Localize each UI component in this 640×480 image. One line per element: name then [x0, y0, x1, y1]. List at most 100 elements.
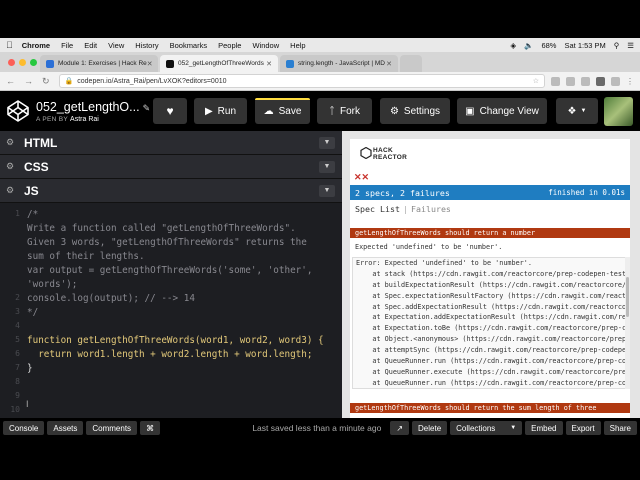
- editor-panel: ⚙ HTML ▼ ⚙ CSS ▼ ⚙ JS ▼ 1 2 3 4 5 6 7 8 …: [0, 131, 342, 428]
- scrollbar-thumb[interactable]: [626, 277, 629, 317]
- settings-label: Settings: [403, 105, 441, 117]
- menu-app-name[interactable]: Chrome: [22, 41, 50, 50]
- failure-title[interactable]: getLengthOfThreeWords should return the …: [350, 403, 630, 413]
- command-icon: ⌘: [146, 423, 155, 433]
- js-code-editor[interactable]: 1 2 3 4 5 6 7 8 9 10 11 /* Write a funct…: [0, 203, 342, 428]
- trace-scrollbar[interactable]: [625, 257, 630, 389]
- tab-mdn[interactable]: string.length - JavaScript | MD ✕: [280, 55, 398, 72]
- failure-title[interactable]: getLengthOfThreeWords should return a nu…: [350, 228, 630, 238]
- pen-title[interactable]: 052_getLengthO... ✎: [36, 100, 156, 114]
- spotlight-icon[interactable]: ⚲: [614, 41, 620, 50]
- gear-icon[interactable]: ⚙: [6, 161, 18, 172]
- gear-icon: ⚙: [389, 105, 399, 117]
- edit-pencil-icon[interactable]: ✎: [143, 103, 151, 113]
- user-avatar[interactable]: [604, 97, 633, 126]
- assets-button[interactable]: Assets: [47, 421, 84, 435]
- code-line: /*: [27, 209, 39, 220]
- hack-reactor-wordmark: HACK REACTOR: [373, 147, 408, 161]
- clock[interactable]: Sat 1:53 PM: [564, 41, 605, 50]
- menu-edit[interactable]: Edit: [84, 41, 97, 50]
- address-bar[interactable]: 🔒 codepen.io/Astra_Rai/pen/LvXOK?editors…: [58, 74, 545, 88]
- notification-icon[interactable]: ☰: [627, 41, 634, 50]
- share-button[interactable]: Share: [603, 421, 637, 435]
- extension-icon[interactable]: [596, 76, 605, 86]
- pin-button[interactable]: ❖ ▼: [556, 98, 598, 124]
- bookmark-star-icon[interactable]: ☆: [533, 77, 539, 85]
- tab-codepen[interactable]: 052_getLengthOfThreeWords ✕: [160, 55, 278, 72]
- delete-button[interactable]: Delete: [412, 421, 448, 435]
- forward-arrow-icon[interactable]: →: [24, 76, 33, 86]
- menu-file[interactable]: File: [61, 41, 73, 50]
- code-line: }: [27, 363, 33, 374]
- collections-button[interactable]: Collections ▼: [450, 421, 523, 435]
- close-tab-icon[interactable]: ✕: [147, 60, 153, 68]
- gear-icon[interactable]: ⚙: [6, 185, 18, 196]
- codepen-logo-icon[interactable]: [6, 99, 30, 123]
- chrome-menu-icon[interactable]: ⋮: [626, 77, 634, 86]
- chevron-down-icon[interactable]: ▼: [319, 136, 335, 149]
- code-line: 'words');: [27, 279, 78, 290]
- menu-help[interactable]: Help: [290, 41, 305, 50]
- trace-line: Error: Expected 'undefined' to be 'numbe…: [356, 259, 532, 267]
- menu-view[interactable]: View: [108, 41, 124, 50]
- wifi-icon[interactable]: ◈: [510, 41, 516, 50]
- battery-percent[interactable]: 68%: [541, 41, 556, 50]
- keyboard-shortcuts-button[interactable]: ⌘: [140, 421, 161, 435]
- love-button[interactable]: ♥: [153, 98, 187, 124]
- reload-icon[interactable]: ↻: [42, 76, 50, 87]
- zoom-window-icon[interactable]: [30, 59, 37, 66]
- save-button[interactable]: ☁ Save: [255, 98, 310, 124]
- trace-line: at Expectation.addExpectationResult (htt…: [356, 313, 627, 322]
- trace-line: at Object.<anonymous> (https://cdn.rawgi…: [356, 335, 627, 344]
- console-button[interactable]: Console: [3, 421, 45, 435]
- letterbox-top: [0, 0, 640, 38]
- extension-icon[interactable]: [566, 76, 575, 86]
- volume-icon[interactable]: 🔈: [524, 41, 533, 50]
- settings-button[interactable]: ⚙ Settings: [380, 98, 450, 124]
- stack-trace[interactable]: Error: Expected 'undefined' to be 'numbe…: [352, 257, 628, 389]
- embed-button[interactable]: Embed: [525, 421, 563, 435]
- line-number: 8: [15, 377, 20, 386]
- apple-icon[interactable]: : [6, 40, 13, 50]
- back-arrow-icon[interactable]: ←: [6, 76, 15, 86]
- chevron-down-icon[interactable]: ▼: [319, 160, 335, 173]
- chevron-down-icon[interactable]: ▼: [319, 184, 335, 197]
- tab-module-exercises[interactable]: Module 1: Exercises | Hack Re ✕: [40, 55, 158, 72]
- css-editor-header[interactable]: ⚙ CSS ▼: [0, 155, 342, 179]
- code-line: function getLengthOfThreeWords(word1, wo…: [27, 335, 324, 346]
- trace-line: at attemptSync (https://cdn.rawgit.com/r…: [356, 346, 627, 355]
- close-tab-icon[interactable]: ✕: [386, 60, 392, 68]
- extension-icon[interactable]: [611, 76, 620, 86]
- comments-button[interactable]: Comments: [86, 421, 138, 435]
- new-tab-button[interactable]: [400, 55, 422, 72]
- pen-author[interactable]: Astra Rai: [70, 116, 99, 123]
- failures-link[interactable]: Failures: [411, 204, 451, 214]
- spec-list-link[interactable]: Spec List: [355, 204, 400, 214]
- html-editor-header[interactable]: ⚙ HTML ▼: [0, 131, 342, 155]
- trace-line: at QueueRunner.run (https://cdn.rawgit.c…: [356, 357, 627, 366]
- chevron-down-icon: ▼: [510, 425, 517, 431]
- menu-window[interactable]: Window: [252, 41, 279, 50]
- failure-message: Expected 'undefined' to be 'number'.: [355, 243, 503, 251]
- lock-icon: 🔒: [64, 78, 74, 85]
- extension-icon[interactable]: [551, 76, 560, 86]
- mac-menu-bar:  Chrome File Edit View History Bookmark…: [0, 38, 640, 52]
- close-window-icon[interactable]: [8, 59, 15, 66]
- external-link-icon: ↗: [396, 423, 404, 433]
- line-number: 6: [15, 349, 20, 358]
- minimize-window-icon[interactable]: [19, 59, 26, 66]
- menu-status-area: ◈ 🔈 68% Sat 1:53 PM ⚲ ☰: [502, 41, 634, 50]
- run-button[interactable]: ▶ Run: [194, 98, 247, 124]
- menu-bookmarks[interactable]: Bookmarks: [170, 41, 208, 50]
- js-editor-header[interactable]: ⚙ JS ▼: [0, 179, 342, 203]
- gear-icon[interactable]: ⚙: [6, 137, 18, 148]
- open-external-button[interactable]: ↗: [390, 421, 410, 435]
- extension-icon[interactable]: [581, 76, 590, 86]
- change-view-button[interactable]: ▣ Change View: [457, 98, 547, 124]
- menu-history[interactable]: History: [135, 41, 158, 50]
- jasmine-report: HACK REACTOR ✕✕ 2 specs, 2 failures finis…: [350, 139, 630, 418]
- close-tab-icon[interactable]: ✕: [266, 60, 272, 68]
- export-button[interactable]: Export: [565, 421, 601, 435]
- menu-people[interactable]: People: [218, 41, 241, 50]
- fork-button[interactable]: ᛏ Fork: [317, 98, 372, 124]
